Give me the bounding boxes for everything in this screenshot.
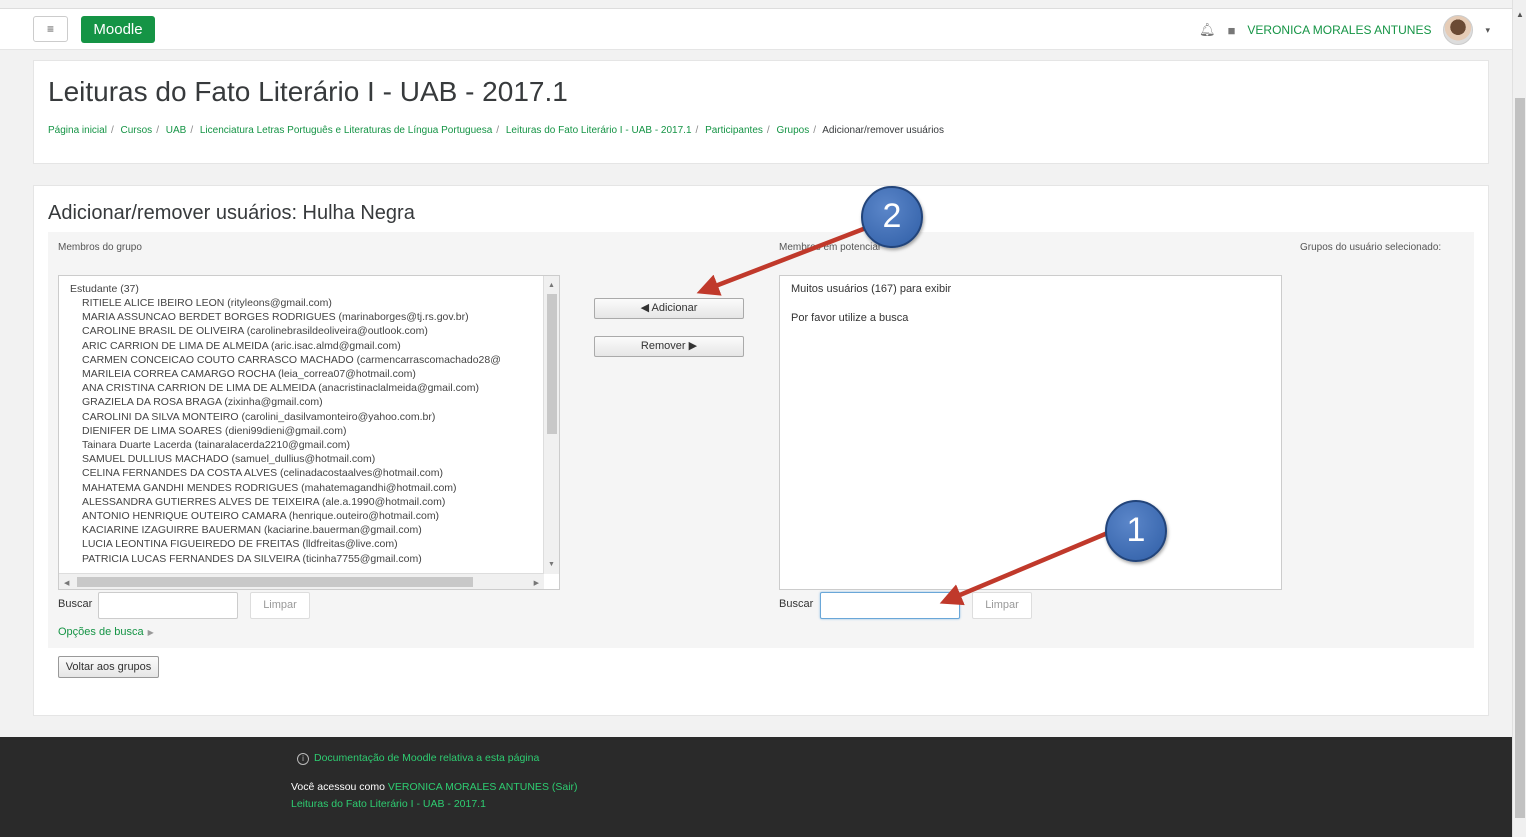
members-vertical-scrollbar[interactable]: ▲ ▼ xyxy=(543,276,559,574)
breadcrumb-separator: / xyxy=(813,125,817,136)
callout-1: 1 xyxy=(1105,500,1167,562)
potential-members-label: Membros em potencial xyxy=(779,242,881,253)
list-item[interactable]: GRAZIELA DA ROSA BRAGA (zixinha@gmail.co… xyxy=(82,395,542,409)
list-item[interactable]: DIENIFER DE LIMA SOARES (dieni99dieni@gm… xyxy=(82,424,542,438)
breadcrumb-item[interactable]: Licenciatura Letras Português e Literatu… xyxy=(200,125,492,136)
list-item[interactable]: KACIARINE IZAGUIRRE BAUERMAN (kaciarine.… xyxy=(82,523,542,537)
breadcrumb-item[interactable]: Cursos xyxy=(121,125,153,136)
breadcrumb-item[interactable]: Leituras do Fato Literário I - UAB - 201… xyxy=(506,125,692,136)
message-icon[interactable]: ■ xyxy=(1228,23,1236,38)
breadcrumb-separator: / xyxy=(156,125,159,136)
section-title: Adicionar/remover usuários: Hulha Negra xyxy=(48,202,415,224)
logged-in-user-link[interactable]: VERONICA MORALES ANTUNES xyxy=(388,781,549,793)
scrollbar-thumb[interactable] xyxy=(77,577,473,587)
list-item[interactable]: CAROLINE BRASIL DE OLIVEIRA (carolinebra… xyxy=(82,324,542,338)
potential-clear-button[interactable]: Limpar xyxy=(972,592,1032,619)
members-horizontal-scrollbar[interactable]: ◀ ▶ xyxy=(59,573,544,589)
breadcrumb: Página inicial / Cursos / UAB / Licenciatur… xyxy=(48,125,944,136)
scrollbar-thumb[interactable] xyxy=(1515,98,1525,818)
hamburger-icon[interactable]: ≡ xyxy=(33,16,68,42)
avatar[interactable] xyxy=(1443,15,1474,45)
list-item[interactable]: ARIC CARRION DE LIMA DE ALMEIDA (aric.is… xyxy=(82,339,542,353)
scrollbar-thumb[interactable] xyxy=(547,294,557,434)
list-item[interactable]: ANTONIO HENRIQUE OUTEIRO CAMARA (henriqu… xyxy=(82,509,542,523)
list-item[interactable]: MARILEIA CORREA CAMARGO ROCHA (leia_corr… xyxy=(82,367,542,381)
add-button[interactable]: ◀ Adicionar xyxy=(594,298,744,319)
bell-icon[interactable]: 🔔︎ xyxy=(1199,22,1216,38)
search-options-label[interactable]: Opções de busca xyxy=(58,626,144,638)
breadcrumb-item[interactable]: Página inicial xyxy=(48,125,107,136)
members-group-header: Estudante (37) xyxy=(70,283,139,295)
logged-in-info: Você acessou como VERONICA MORALES ANTUN… xyxy=(291,781,578,793)
user-menu-area: 🔔︎ ■ VERONICA MORALES ANTUNES ▾ xyxy=(1199,15,1490,45)
list-item[interactable]: Tainara Duarte Lacerda (tainaralacerda22… xyxy=(82,438,542,452)
page-scrollbar[interactable]: ▲ xyxy=(1512,0,1526,837)
footer: i Documentação de Moodle relativa a esta … xyxy=(0,737,1512,837)
moodle-home-link[interactable]: Moodle xyxy=(81,16,155,43)
members-clear-button[interactable]: Limpar xyxy=(250,592,310,619)
info-icon: i xyxy=(297,753,309,765)
breadcrumb-separator: / xyxy=(695,125,699,136)
scroll-up-arrow-icon[interactable]: ▲ xyxy=(1516,10,1524,19)
scroll-down-arrow-icon[interactable]: ▼ xyxy=(548,558,555,572)
potential-search-input[interactable] xyxy=(820,592,960,619)
use-search-message: Por favor utilize a busca xyxy=(791,312,909,324)
list-item[interactable]: CAROLINI DA SILVA MONTEIRO (carolini_das… xyxy=(82,410,542,424)
list-item[interactable]: CELINA FERNANDES DA COSTA ALVES (celinad… xyxy=(82,466,542,480)
search-options-toggle[interactable]: Opções de busca ▶ xyxy=(58,626,154,638)
scroll-right-arrow-icon[interactable]: ▶ xyxy=(534,577,539,589)
breadcrumb-separator: / xyxy=(110,125,114,136)
scroll-left-arrow-icon[interactable]: ◀ xyxy=(64,577,69,589)
members-search-input[interactable] xyxy=(98,592,238,619)
documentation-link[interactable]: i Documentação de Moodle relativa a esta … xyxy=(297,752,539,765)
scroll-up-arrow-icon[interactable]: ▲ xyxy=(548,279,555,293)
logged-in-prefix: Você acessou como xyxy=(291,781,385,793)
chevron-right-icon[interactable]: ▶ xyxy=(148,628,154,637)
main-content: Adicionar/remover usuários: Hulha Negra … xyxy=(33,185,1489,716)
potential-members-listbox[interactable]: Muitos usuários (167) para exibir Por fa… xyxy=(779,275,1282,590)
back-to-groups-button[interactable]: Voltar aos grupos xyxy=(58,656,159,678)
breadcrumb-item[interactable]: Grupos xyxy=(776,125,809,136)
user-groups-label: Grupos do usuário selecionado: xyxy=(1300,242,1442,253)
members-search-label: Buscar xyxy=(58,598,93,610)
logout-link[interactable]: (Sair) xyxy=(552,781,578,793)
members-listbox[interactable]: Estudante (37) RITIELE ALICE IBEIRO LEON… xyxy=(58,275,560,590)
breadcrumb-separator: / xyxy=(190,125,194,136)
footer-course-link[interactable]: Leituras do Fato Literário I - UAB - 201… xyxy=(291,798,486,810)
breadcrumb-item[interactable]: Participantes xyxy=(705,125,763,136)
list-item[interactable]: RITIELE ALICE IBEIRO LEON (rityleons@gma… xyxy=(82,296,542,310)
list-item[interactable]: PATRICIA LUCAS FERNANDES DA SILVEIRA (ti… xyxy=(82,552,542,566)
too-many-users-message: Muitos usuários (167) para exibir xyxy=(791,283,952,295)
list-item[interactable]: ANA CRISTINA CARRION DE LIMA DE ALMEIDA … xyxy=(82,381,542,395)
chevron-down-icon[interactable]: ▾ xyxy=(1485,25,1490,36)
list-item[interactable]: MARIA ASSUNCAO BERDET BORGES RODRIGUES (… xyxy=(82,310,542,324)
members-label: Membros do grupo xyxy=(58,242,142,253)
breadcrumb-separator: / xyxy=(766,125,770,136)
members-list: RITIELE ALICE IBEIRO LEON (rityleons@gma… xyxy=(82,296,542,566)
list-item[interactable]: CARMEN CONCEICAO COUTO CARRASCO MACHADO … xyxy=(82,353,542,367)
potential-search-label: Buscar xyxy=(779,598,814,610)
list-item[interactable]: ALESSANDRA GUTIERRES ALVES DE TEIXEIRA (… xyxy=(82,495,542,509)
breadcrumb-separator: / xyxy=(496,125,500,136)
remove-button[interactable]: Remover ▶ xyxy=(594,336,744,357)
top-navbar: ≡ Moodle 🔔︎ ■ VERONICA MORALES ANTUNES ▾ xyxy=(0,8,1512,50)
list-item[interactable]: LUCIA LEONTINA FIGUEIREDO DE FREITAS (ll… xyxy=(82,537,542,551)
page-header: Leituras do Fato Literário I - UAB - 201… xyxy=(33,60,1489,164)
page-title: Leituras do Fato Literário I - UAB - 201… xyxy=(48,76,568,107)
callout-2: 2 xyxy=(861,186,923,248)
list-item[interactable]: SAMUEL DULLIUS MACHADO (samuel_dullius@h… xyxy=(82,452,542,466)
list-item[interactable]: MAHATEMA GANDHI MENDES RODRIGUES (mahate… xyxy=(82,481,542,495)
user-name[interactable]: VERONICA MORALES ANTUNES xyxy=(1247,23,1431,37)
breadcrumb-item[interactable]: UAB xyxy=(166,125,187,136)
breadcrumb-current: Adicionar/remover usuários xyxy=(822,125,944,136)
documentation-link-text[interactable]: Documentação de Moodle relativa a esta p… xyxy=(314,752,539,764)
